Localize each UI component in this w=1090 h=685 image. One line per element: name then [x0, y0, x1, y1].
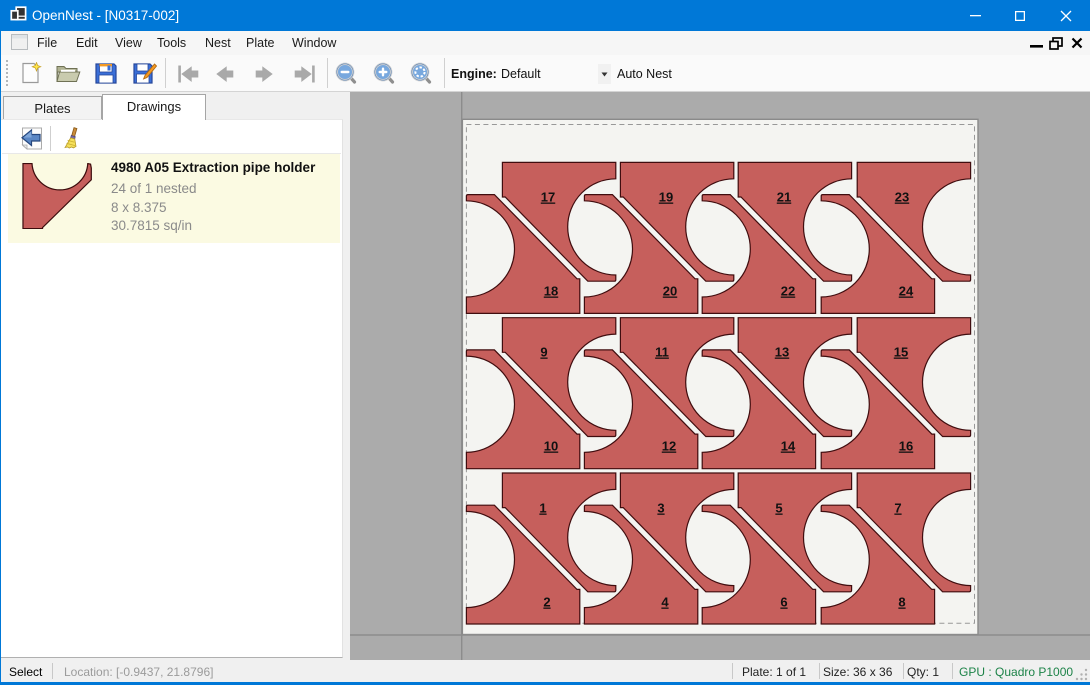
- svg-text:2: 2: [543, 595, 550, 610]
- svg-text:16: 16: [899, 439, 913, 454]
- svg-text:13: 13: [775, 345, 789, 360]
- svg-text:19: 19: [659, 190, 673, 205]
- svg-text:23: 23: [895, 190, 909, 205]
- svg-text:21: 21: [777, 190, 791, 205]
- svg-text:12: 12: [662, 439, 676, 454]
- svg-text:17: 17: [541, 190, 555, 205]
- svg-text:5: 5: [775, 501, 782, 516]
- svg-text:20: 20: [663, 284, 677, 299]
- svg-text:4: 4: [661, 595, 669, 610]
- svg-text:7: 7: [894, 501, 901, 516]
- svg-text:10: 10: [544, 439, 558, 454]
- svg-text:14: 14: [781, 439, 796, 454]
- svg-text:18: 18: [544, 284, 558, 299]
- svg-text:9: 9: [540, 345, 547, 360]
- svg-text:11: 11: [655, 345, 669, 360]
- svg-text:8: 8: [898, 595, 905, 610]
- svg-text:22: 22: [781, 284, 795, 299]
- svg-text:1: 1: [539, 501, 546, 516]
- svg-text:3: 3: [657, 501, 664, 516]
- svg-text:6: 6: [780, 595, 787, 610]
- svg-text:15: 15: [894, 345, 908, 360]
- svg-text:24: 24: [899, 284, 914, 299]
